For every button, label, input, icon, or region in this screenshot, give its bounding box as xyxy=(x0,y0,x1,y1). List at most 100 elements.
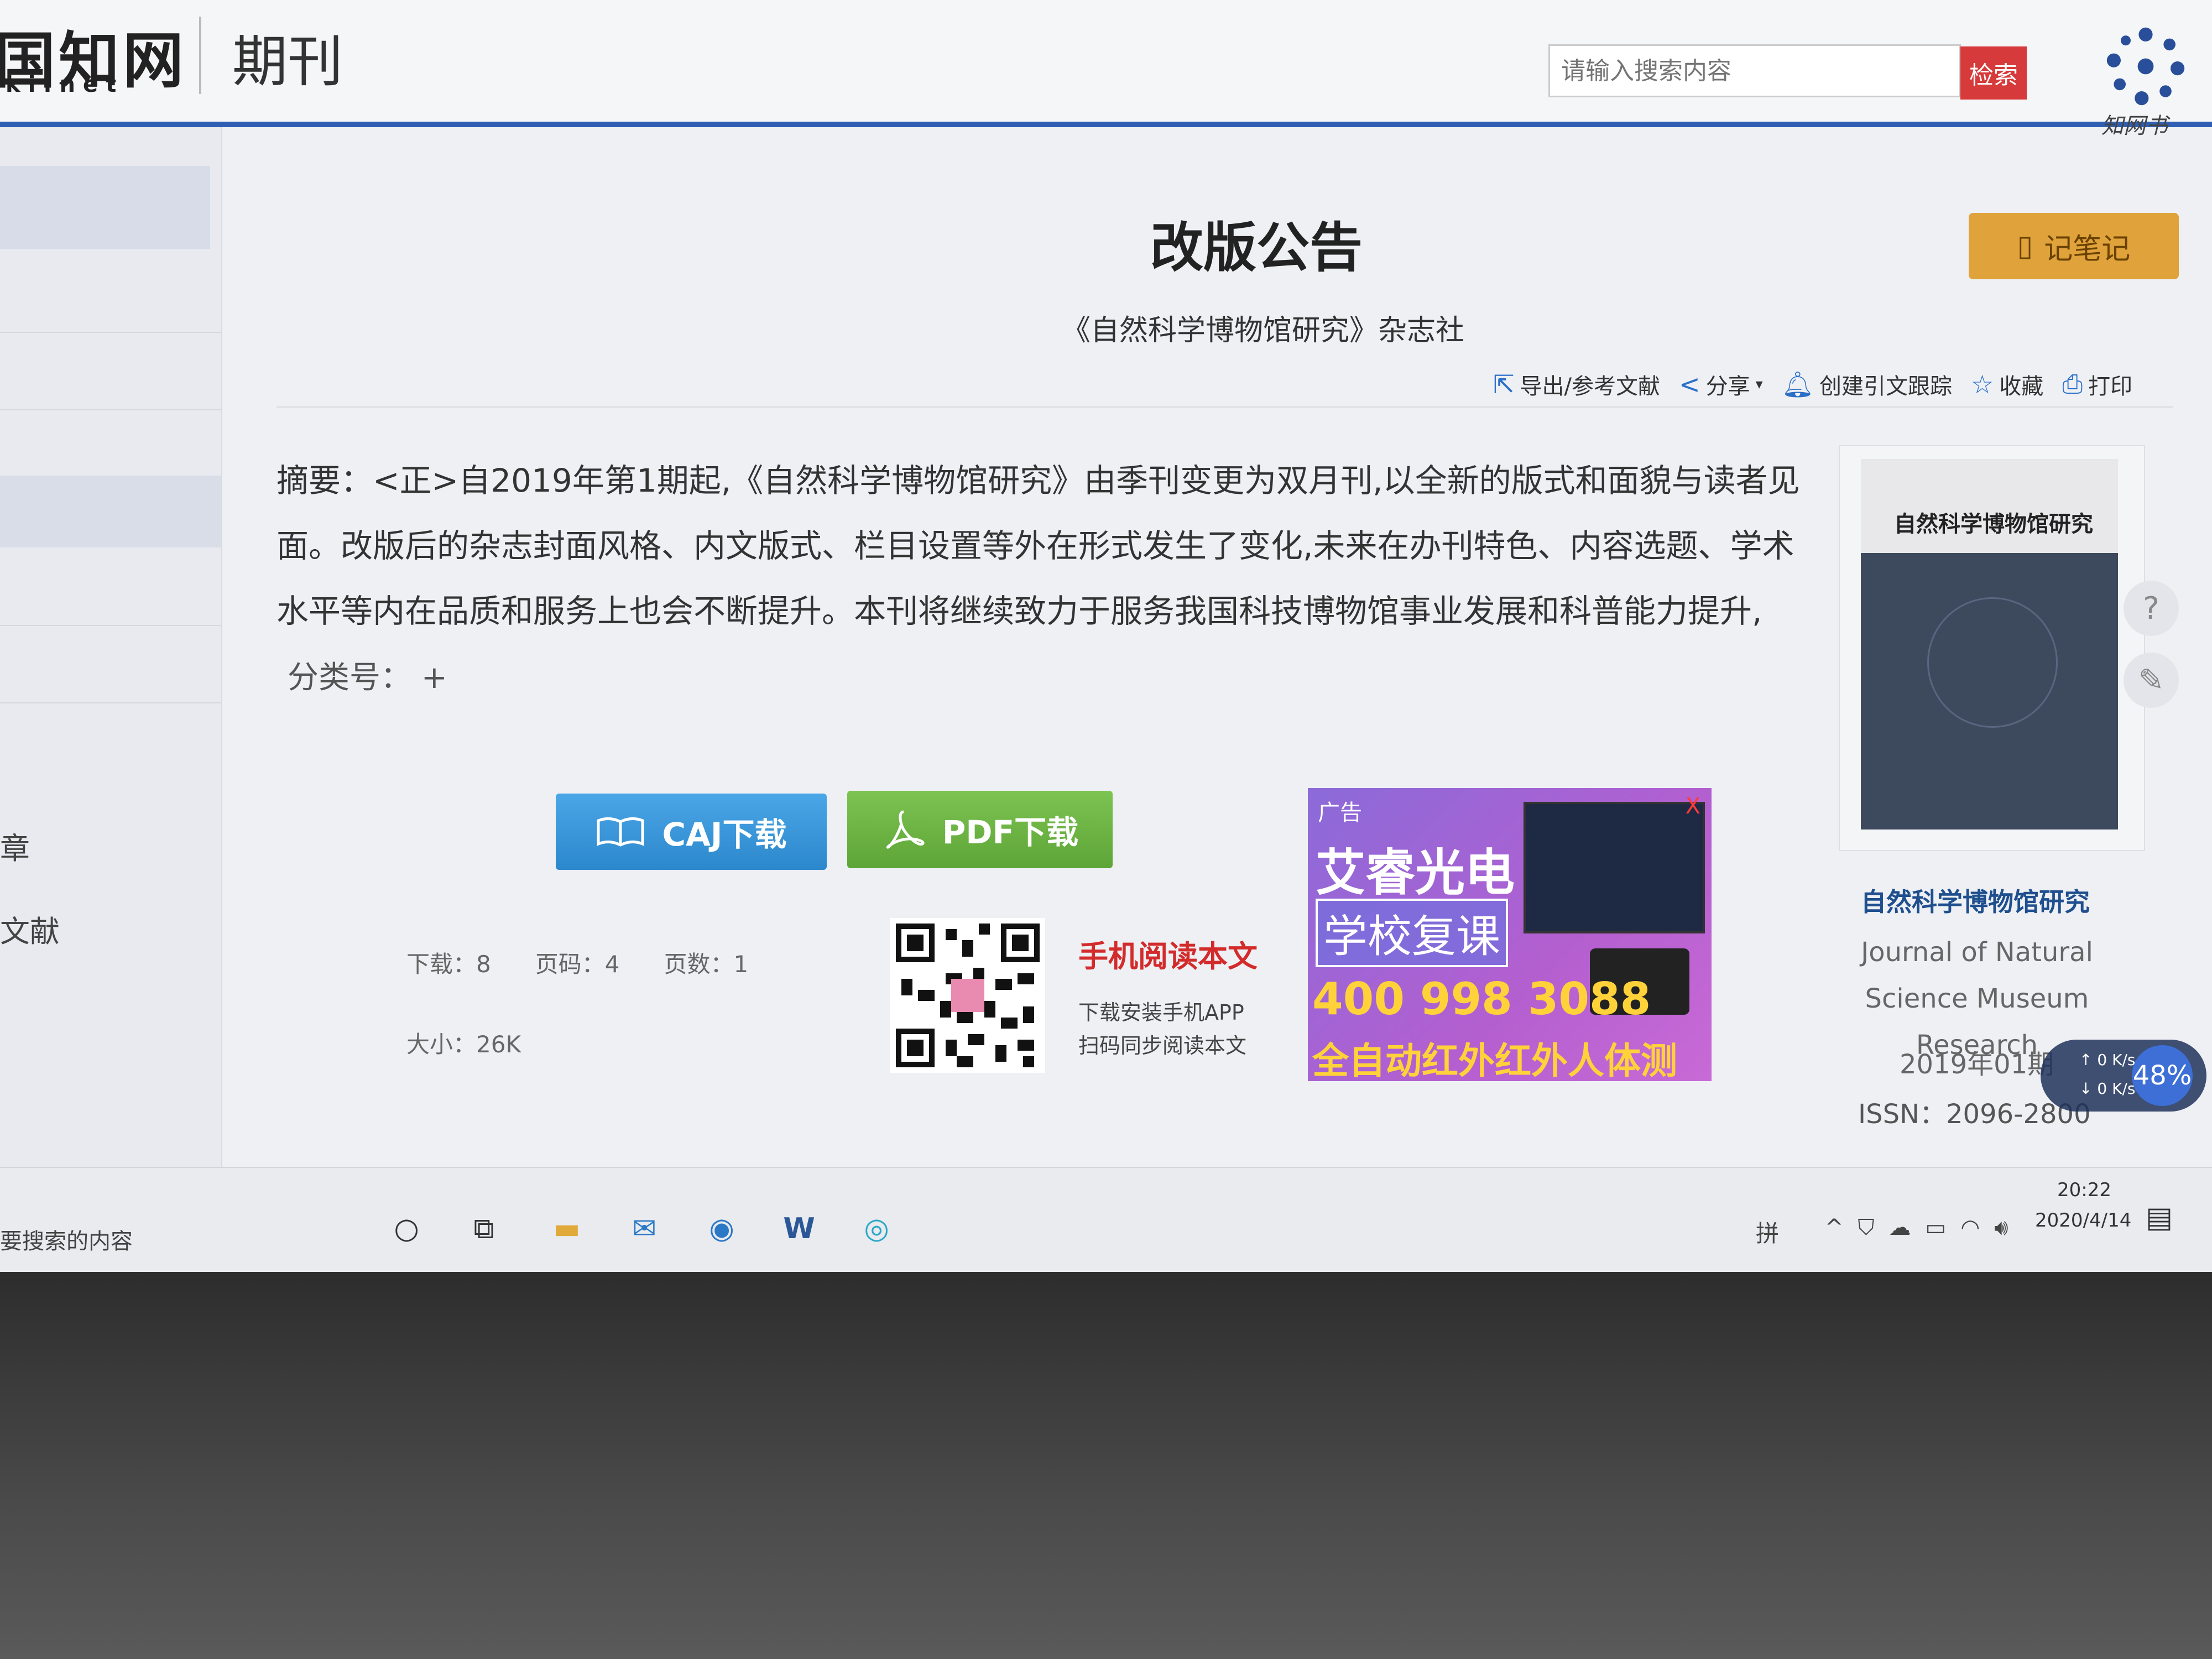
sidebar-divider xyxy=(0,702,221,703)
ad-slogan: 全自动红外红外人体测温仪 xyxy=(1312,1040,1677,1081)
bell-icon: 🔔︎ xyxy=(1781,369,1814,399)
volume-icon[interactable]: 🔊︎ xyxy=(1994,1215,2008,1240)
ad-phone: 400 998 3088 xyxy=(1312,973,1651,1025)
clock-date[interactable]: 2020/4/14 xyxy=(2035,1209,2131,1232)
pencil-icon[interactable]: ✎ xyxy=(2124,653,2179,708)
mobile-scan-sync: 扫码同步阅读本文 xyxy=(1078,1034,1247,1058)
abstract-label: 摘要： xyxy=(276,462,373,499)
journal-name-cn[interactable]: 自然科学博物馆研究 xyxy=(1861,882,2090,919)
help-icon[interactable]: ? xyxy=(2124,581,2179,636)
cnki-logo-domain: ki.net xyxy=(6,72,124,97)
article-toolbar: ⇱ 导出/参考文献 < 分享 ▾ 🔔︎ 创建引文跟踪 ☆ 收藏 ⎙ 打印 xyxy=(1493,365,2132,404)
search-button[interactable]: 检索 xyxy=(1960,46,2027,100)
print-icon: ⎙ xyxy=(2062,369,2083,399)
book-icon xyxy=(597,817,644,847)
advertisement-banner[interactable]: 广告 X 艾睿光电 学校复课 400 998 3088 全自动红外红外人体测温仪 xyxy=(1308,788,1712,1081)
publisher-link[interactable]: 《自然科学博物馆研究》杂志社 xyxy=(1062,307,1464,348)
sidebar-header-block xyxy=(0,166,210,249)
abstract-text: <正>自2019年第1期起,《自然科学博物馆研究》由季刊变更为双月刊,以全新的版… xyxy=(276,462,1800,630)
cloud-icon[interactable]: ☁ xyxy=(1889,1215,1911,1240)
screen: 国知网 ki.net 期刊 检索 知网书 章 文献 改版公告 ▯ 记笔记 《 xyxy=(0,0,2212,1272)
system-tray: ^ ⛉ ☁ ▭ ◠ 🔊︎ xyxy=(1825,1215,2008,1240)
abstract: 摘要：<正>自2019年第1期起,《自然科学博物馆研究》由季刊变更为双月刊,以全… xyxy=(276,448,1825,644)
file-explorer-icon[interactable]: ▬ xyxy=(545,1207,589,1251)
chevron-up-icon[interactable]: ^ xyxy=(1825,1215,1844,1240)
sidebar-divider xyxy=(0,625,221,626)
left-sidebar: 章 文献 xyxy=(0,127,222,1233)
take-notes-label: 记笔记 xyxy=(2044,232,2131,266)
classification-label: 分类号： xyxy=(288,660,411,696)
cover-title: 自然科学博物馆研究 xyxy=(1894,511,2093,537)
cortana-icon[interactable]: ○ xyxy=(384,1207,429,1251)
sidebar-divider xyxy=(0,332,221,333)
export-icon: ⇱ xyxy=(1493,369,1515,399)
download-rate: ↓ 0 K/s xyxy=(2079,1079,2136,1098)
section-title[interactable]: 期刊 xyxy=(232,17,343,97)
favorite-button[interactable]: ☆ 收藏 xyxy=(1971,368,2043,400)
page-number: 页码：4 xyxy=(535,951,620,978)
take-notes-button[interactable]: ▯ 记笔记 xyxy=(1969,213,2179,279)
share-label: 分享 xyxy=(1705,374,1750,399)
ad-brand: 艾睿光电 xyxy=(1316,844,1515,902)
search-box[interactable] xyxy=(1548,44,1961,97)
shield-icon[interactable]: ⛉ xyxy=(1858,1215,1875,1240)
journal-issue[interactable]: 2019年01期 xyxy=(1900,1042,2054,1081)
pdf-download-button[interactable]: PDF下载 xyxy=(847,791,1113,868)
logo-divider xyxy=(199,17,201,94)
favorite-label: 收藏 xyxy=(1999,374,2044,399)
classification-number: 分类号： + xyxy=(288,653,447,697)
laptop-bezel xyxy=(0,1272,2212,1659)
share-icon: < xyxy=(1679,369,1700,399)
toolbar-divider xyxy=(276,406,2173,408)
caj-download-label: CAJ下载 xyxy=(662,816,787,853)
star-icon: ☆ xyxy=(1971,369,1994,399)
citation-tracking-button[interactable]: 🔔︎ 创建引文跟踪 xyxy=(1782,368,1952,400)
cover-illustration xyxy=(1927,597,2058,728)
browser-icon[interactable]: ◎ xyxy=(854,1207,899,1251)
print-label: 打印 xyxy=(2088,374,2133,399)
chevron-down-icon: ▾ xyxy=(1755,376,1763,393)
notification-icon[interactable]: ▤ xyxy=(2146,1201,2173,1234)
acrobat-icon xyxy=(886,810,925,849)
search-input[interactable] xyxy=(1550,56,1949,86)
cnki-reader-icon[interactable]: ◉ xyxy=(700,1207,744,1251)
mobile-install-app: 下载安装手机APP xyxy=(1078,1000,1244,1025)
ad-subtitle: 学校复课 xyxy=(1316,899,1508,967)
task-view-icon[interactable]: ⧉ xyxy=(462,1207,506,1251)
network-speed-widget[interactable]: ↑ 0 K/s ↓ 0 K/s 48% xyxy=(2041,1040,2206,1112)
site-header: 国知网 ki.net 期刊 检索 知网书 xyxy=(0,0,2212,139)
windows-taskbar: 要搜索的内容 ○ ⧉ ▬ ✉ ◉ W ◎ 拼 ^ ⛉ ☁ ▭ ◠ 🔊︎ 20:2… xyxy=(0,1167,2212,1272)
download-count: 下载：8 xyxy=(406,951,491,978)
cnki-app-logo-icon[interactable] xyxy=(2096,17,2195,116)
journal-cover[interactable]: 自然科学博物馆研究 xyxy=(1861,459,2118,830)
taskbar-search-hint[interactable]: 要搜索的内容 xyxy=(0,1223,133,1255)
notebook-icon: ▯ xyxy=(2017,229,2033,263)
sidebar-divider xyxy=(0,409,221,410)
share-button[interactable]: < 分享 ▾ xyxy=(1679,368,1763,400)
article-title: 改版公告 xyxy=(1150,217,1363,279)
clock-time[interactable]: 20:22 xyxy=(2057,1179,2111,1201)
citation-tracking-label: 创建引文跟踪 xyxy=(1819,374,1953,399)
ad-tag: 广告 xyxy=(1318,800,1362,826)
upload-rate: ↑ 0 K/s xyxy=(2079,1051,2136,1069)
download-stats: 下载：8 页码：4 页数：1 xyxy=(406,946,748,979)
file-size: 大小：26K xyxy=(406,1031,521,1058)
page-count: 页数：1 xyxy=(664,951,749,978)
mobile-read-title: 手机阅读本文 xyxy=(1078,939,1258,974)
ime-indicator[interactable]: 拼 xyxy=(1756,1215,1779,1249)
print-button[interactable]: ⎙ 打印 xyxy=(2062,368,2132,400)
battery-icon[interactable]: ▭ xyxy=(1926,1215,1947,1240)
export-label: 导出/参考文献 xyxy=(1520,374,1661,399)
mail-icon[interactable]: ✉ xyxy=(622,1207,666,1251)
export-button[interactable]: ⇱ 导出/参考文献 xyxy=(1493,368,1660,400)
sidebar-item-label[interactable]: 章 xyxy=(0,824,30,868)
wifi-icon[interactable]: ◠ xyxy=(1960,1215,1980,1240)
pdf-download-label: PDF下载 xyxy=(942,813,1079,851)
sidebar-item-label[interactable]: 文献 xyxy=(0,907,60,951)
qr-code-icon[interactable] xyxy=(890,918,1045,1073)
app-logo-text: 知网书 xyxy=(2101,113,2168,139)
word-icon[interactable]: W xyxy=(777,1207,821,1251)
sidebar-item-selected[interactable] xyxy=(0,476,221,547)
ad-close-button[interactable]: X xyxy=(1686,794,1700,819)
caj-download-button[interactable]: CAJ下载 xyxy=(556,794,827,870)
